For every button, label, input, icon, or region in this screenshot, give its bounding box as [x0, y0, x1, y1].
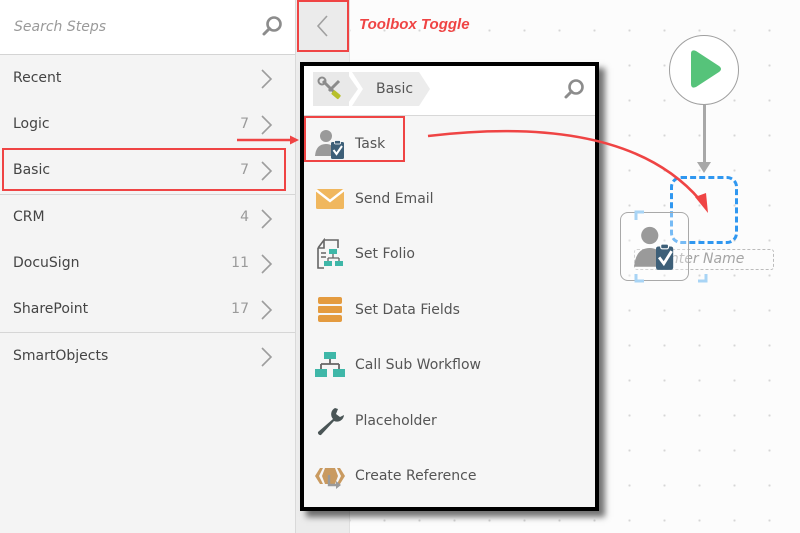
basic-highlight-annotation	[2, 148, 286, 191]
category-docusign[interactable]: DocuSign 11	[0, 240, 295, 286]
category-smartobjects[interactable]: SmartObjects	[0, 332, 295, 378]
search-icon[interactable]	[563, 78, 585, 100]
category-crm[interactable]: CRM 4	[0, 193, 295, 240]
task-highlight-annotation	[304, 116, 405, 162]
category-label: DocuSign	[13, 254, 80, 271]
step-label: Set Folio	[355, 246, 415, 263]
chevron-right-icon	[261, 208, 273, 229]
play-icon	[690, 49, 721, 88]
chevron-right-icon	[261, 115, 273, 135]
step-set-data-fields[interactable]: Set Data Fields	[304, 282, 595, 337]
chevron-left-icon	[316, 15, 328, 37]
tools-icon	[317, 76, 341, 100]
step-placeholder[interactable]: Placeholder	[304, 393, 595, 448]
category-count: 4	[240, 209, 249, 226]
task-icon	[634, 226, 674, 270]
step-create-reference[interactable]: Create Reference	[304, 448, 595, 503]
category-logic[interactable]: Logic 7	[0, 101, 295, 147]
category-count: 17	[231, 301, 249, 318]
chevron-right-icon	[261, 300, 273, 320]
category-recent[interactable]: Recent	[0, 55, 295, 101]
step-label: Create Reference	[355, 468, 477, 485]
toolbox-toggle-annotation: Toolbox Toggle	[359, 16, 470, 33]
step-label: Placeholder	[355, 412, 437, 429]
chevron-right-icon	[261, 347, 273, 367]
category-count: 11	[231, 254, 249, 271]
step-set-folio[interactable]: Set Folio	[304, 227, 595, 282]
breadcrumb-root[interactable]	[313, 72, 349, 106]
panel-header: Basic	[304, 66, 595, 116]
set-folio-icon	[317, 238, 343, 270]
step-send-email[interactable]: Send Email	[304, 171, 595, 226]
search-steps-input[interactable]	[14, 19, 244, 35]
step-label: Set Data Fields	[355, 301, 460, 318]
category-label: Logic	[13, 116, 50, 133]
search-steps-box	[0, 0, 295, 55]
toolbox-sidebar: Recent Logic 7 Basic 7 CRM 4 DocuSign 11…	[0, 0, 296, 533]
category-list: Recent Logic 7 Basic 7 CRM 4 DocuSign 11…	[0, 55, 295, 378]
step-label: Call Sub Workflow	[355, 357, 481, 374]
category-label: CRM	[13, 209, 45, 226]
connector-arrowhead	[697, 162, 711, 173]
category-label: SmartObjects	[13, 347, 109, 364]
breadcrumb-current[interactable]: Basic	[352, 72, 430, 106]
sub-workflow-icon	[315, 352, 345, 378]
data-fields-icon	[318, 296, 342, 322]
start-node[interactable]	[669, 35, 739, 105]
dragged-task-step[interactable]	[620, 212, 689, 281]
chevron-right-icon	[261, 254, 273, 274]
email-icon	[315, 189, 345, 210]
create-reference-icon	[315, 468, 345, 490]
search-icon[interactable]	[261, 15, 283, 37]
wrench-icon	[317, 407, 344, 435]
category-sharepoint[interactable]: SharePoint 17	[0, 286, 295, 332]
step-call-sub-workflow[interactable]: Call Sub Workflow	[304, 338, 595, 393]
connector-line	[703, 105, 706, 165]
category-count: 7	[240, 116, 249, 133]
chevron-right-icon	[261, 69, 273, 89]
toolbox-toggle-button[interactable]	[297, 0, 349, 52]
category-label: Recent	[13, 70, 62, 87]
step-label: Send Email	[355, 191, 434, 208]
category-label: SharePoint	[13, 301, 89, 318]
